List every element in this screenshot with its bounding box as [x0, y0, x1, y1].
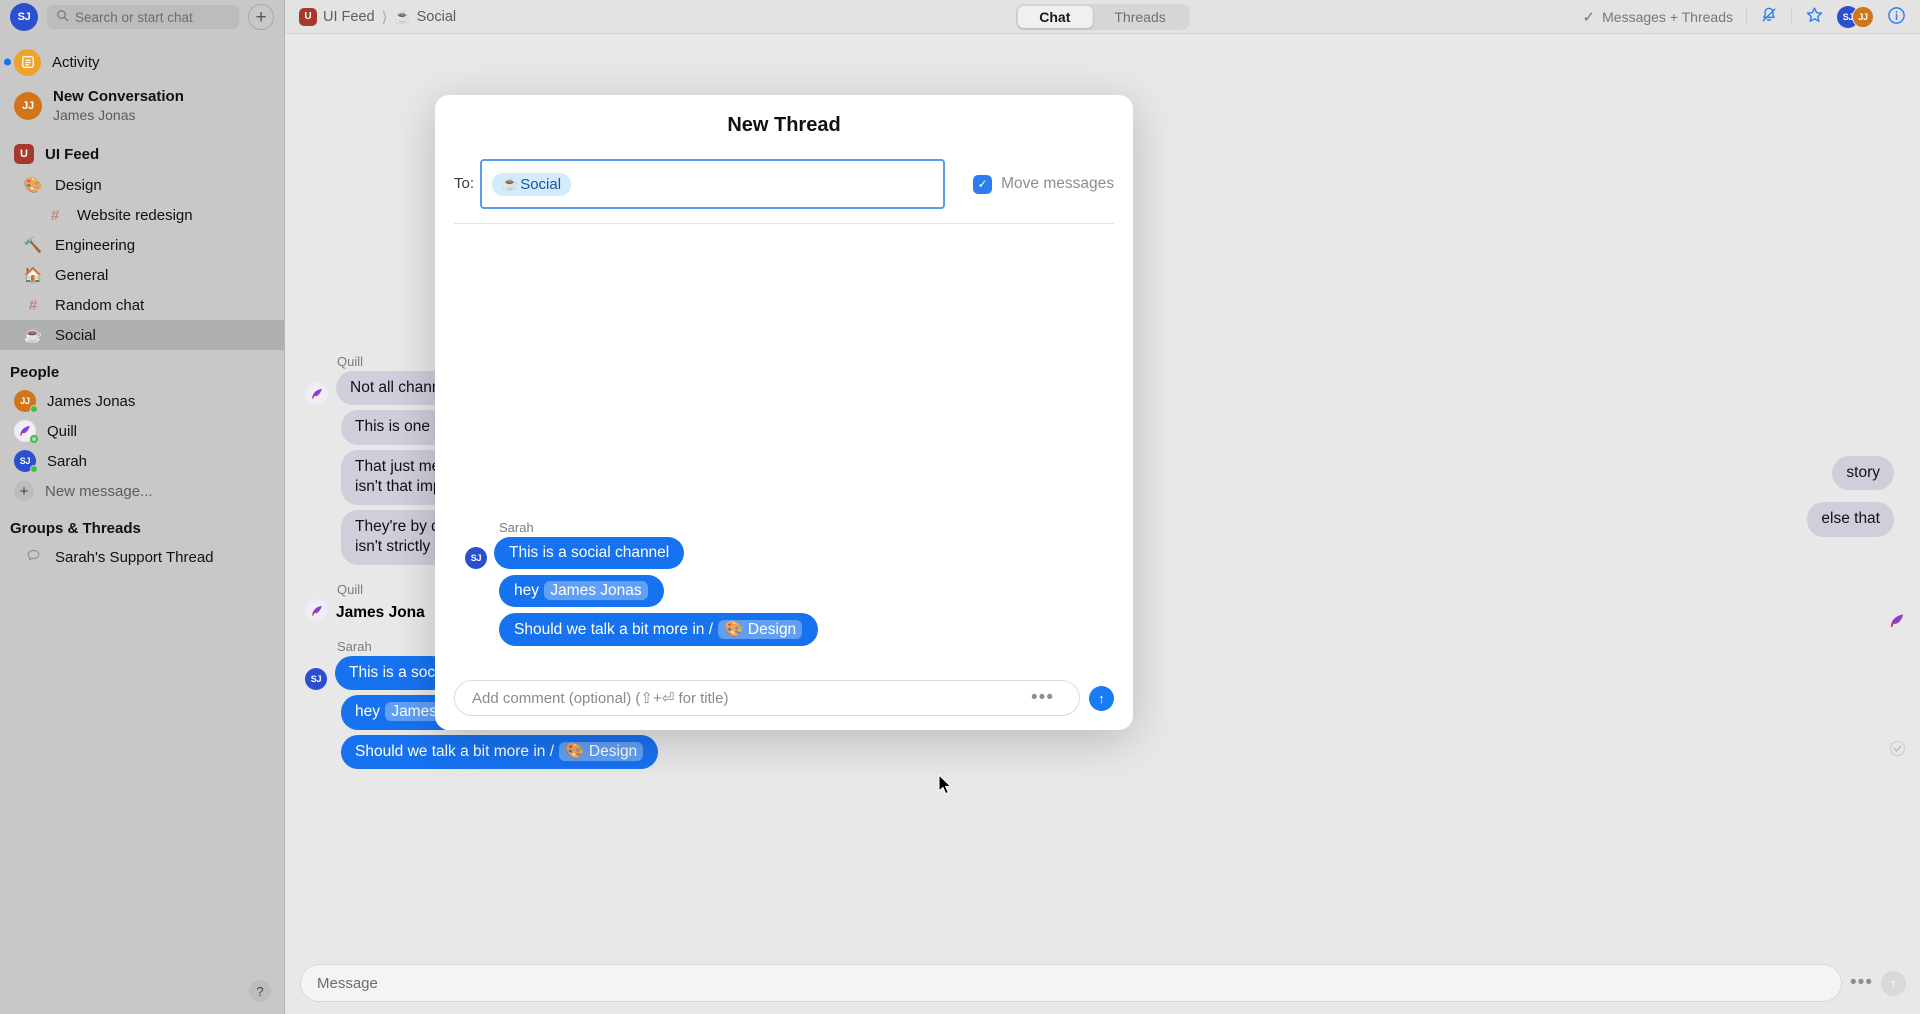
- coffee-icon: ☕: [502, 176, 519, 191]
- chat-bubble: hey James Jonas: [499, 575, 664, 607]
- bubble-text: Should we talk a bit more in /: [514, 621, 718, 638]
- avatar: SJ: [465, 547, 487, 569]
- recipients-input[interactable]: ☕ Social: [480, 159, 946, 209]
- send-thread-button[interactable]: ↑: [1089, 685, 1114, 711]
- chat-bubble: Should we talk a bit more in / 🎨 Design: [499, 613, 819, 646]
- move-messages-label: Move messages: [1001, 175, 1114, 192]
- dialog-body: Sarah SJ This is a social channel hey Ja…: [435, 224, 1133, 664]
- modal-overlay: New Thread To: ☕ Social ✓ Move messages …: [0, 0, 1920, 1014]
- new-thread-dialog: New Thread To: ☕ Social ✓ Move messages …: [435, 95, 1133, 730]
- thread-comment-input[interactable]: Add comment (optional) (⇧+⏎ for title): [454, 680, 1080, 716]
- thread-comment-placeholder: Add comment (optional) (⇧+⏎ for title): [472, 690, 729, 707]
- more-options-icon[interactable]: •••: [1031, 687, 1054, 709]
- recipient-chip-social[interactable]: ☕ Social: [492, 172, 572, 196]
- checkbox-checked-icon: ✓: [973, 174, 993, 194]
- move-messages-checkbox[interactable]: ✓ Move messages: [973, 174, 1114, 194]
- chat-bubble: This is a social channel: [494, 537, 685, 569]
- to-label: To:: [454, 174, 475, 192]
- bubble-text: hey: [514, 582, 544, 599]
- message-group-author: Sarah: [499, 520, 534, 535]
- recipients-row: To: ☕ Social ✓ Move messages: [435, 159, 1133, 209]
- chat-message-row: Should we talk a bit more in / 🎨 Design: [465, 613, 819, 646]
- thread-comment-composer: Add comment (optional) (⇧+⏎ for title) •…: [454, 680, 1114, 716]
- dialog-title: New Thread: [727, 114, 841, 136]
- thread-preview-messages: Sarah SJ This is a social channel hey Ja…: [465, 520, 819, 652]
- chat-message-row: hey James Jonas: [465, 575, 818, 607]
- chat-message-row: SJ This is a social channel: [465, 537, 818, 569]
- mention-chip: 🎨 Design: [718, 620, 803, 639]
- recipient-chip-label: Social: [520, 175, 562, 193]
- mention-chip: James Jonas: [544, 581, 648, 600]
